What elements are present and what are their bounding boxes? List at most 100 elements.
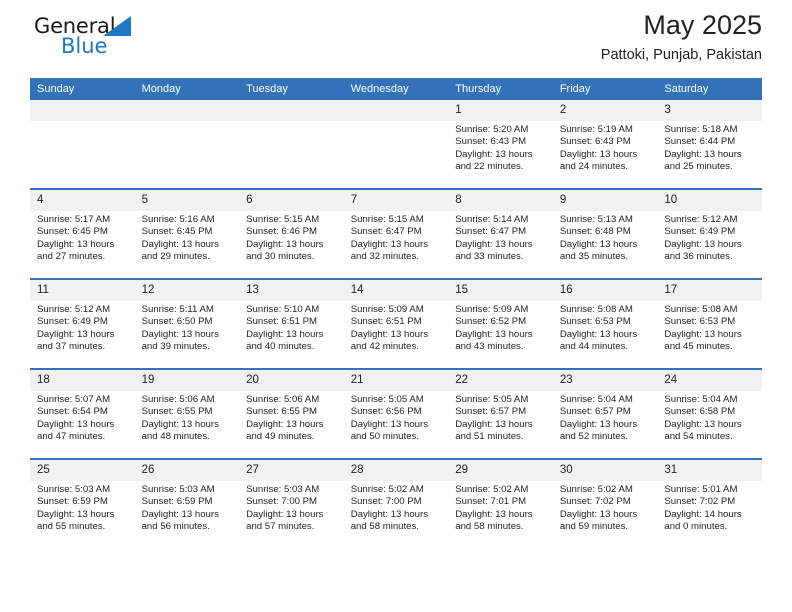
calendar-day-cell-empty bbox=[30, 100, 135, 189]
day-number: 20 bbox=[239, 370, 344, 391]
day-details: Sunrise: 5:07 AM Sunset: 6:54 PM Daylight:… bbox=[30, 391, 135, 444]
day-details: Sunrise: 5:08 AM Sunset: 6:53 PM Daylight:… bbox=[657, 301, 762, 354]
calendar-day-cell[interactable]: 25 Sunrise: 5:03 AM Sunset: 6:59 PM Dayligh… bbox=[30, 458, 135, 548]
sunset-text: Sunset: 6:57 PM bbox=[559, 406, 631, 418]
calendar-day-cell[interactable]: 4 Sunrise: 5:17 AM Sunset: 6:45 PM Daylight… bbox=[30, 188, 135, 279]
sunset-text: Sunset: 6:59 PM bbox=[37, 496, 108, 508]
day-number: 8 bbox=[448, 190, 553, 211]
calendar-day-cell-empty bbox=[134, 100, 240, 189]
calendar-day-cell[interactable]: 12 Sunrise: 5:11 AM Sunset: 6:50 PM Dayligh… bbox=[134, 278, 240, 369]
sunset-text: Sunset: 6:53 PM bbox=[559, 316, 631, 328]
sunset-text: Sunset: 7:02 PM bbox=[664, 496, 736, 508]
sunrise-text: Sunrise: 5:12 AM bbox=[664, 214, 738, 225]
day-details: Sunrise: 5:08 AM Sunset: 6:53 PM Daylight:… bbox=[553, 301, 658, 354]
calendar-day-cell[interactable]: 30 Sunrise: 5:02 AM Sunset: 7:02 PM Dayligh… bbox=[552, 458, 658, 548]
calendar-day-cell[interactable]: 17 Sunrise: 5:08 AM Sunset: 6:53 PM Dayligh… bbox=[657, 278, 762, 369]
sunset-text: Sunset: 6:55 PM bbox=[141, 406, 213, 418]
sunset-text: Sunset: 6:51 PM bbox=[350, 316, 422, 328]
sunset-text: Sunset: 7:00 PM bbox=[350, 496, 422, 508]
calendar-day-cell[interactable]: 3 Sunrise: 5:18 AM Sunset: 6:44 PM Daylight… bbox=[657, 100, 762, 189]
day-number: 1 bbox=[448, 100, 553, 121]
sunset-text: Sunset: 6:47 PM bbox=[350, 226, 422, 238]
calendar-day-cell[interactable]: 7 Sunrise: 5:15 AM Sunset: 6:47 PM Daylight… bbox=[343, 188, 449, 279]
day-details: Sunrise: 5:16 AM Sunset: 6:45 PM Daylight:… bbox=[135, 211, 240, 264]
calendar-day-cell[interactable]: 19 Sunrise: 5:06 AM Sunset: 6:55 PM Dayligh… bbox=[134, 368, 240, 459]
sunrise-text: Sunrise: 5:04 AM bbox=[664, 394, 738, 405]
day-number: 24 bbox=[657, 370, 762, 391]
day-details: Sunrise: 5:03 AM Sunset: 6:59 PM Daylight:… bbox=[135, 481, 240, 534]
day-details: Sunrise: 5:04 AM Sunset: 6:57 PM Daylight:… bbox=[553, 391, 658, 444]
day-number: 15 bbox=[448, 280, 553, 301]
day-details: Sunrise: 5:06 AM Sunset: 6:55 PM Daylight:… bbox=[239, 391, 344, 444]
calendar-day-cell[interactable]: 27 Sunrise: 5:03 AM Sunset: 7:00 PM Dayligh… bbox=[239, 458, 344, 548]
calendar-day-cell[interactable]: 5 Sunrise: 5:16 AM Sunset: 6:45 PM Daylight… bbox=[134, 188, 240, 279]
sunset-text: Sunset: 6:49 PM bbox=[37, 316, 108, 328]
day-details: Sunrise: 5:15 AM Sunset: 6:46 PM Daylight:… bbox=[239, 211, 344, 264]
day-details: Sunrise: 5:10 AM Sunset: 6:51 PM Daylight:… bbox=[239, 301, 344, 354]
calendar-day-cell[interactable]: 23 Sunrise: 5:04 AM Sunset: 6:57 PM Dayligh… bbox=[552, 368, 658, 459]
calendar-day-cell[interactable]: 20 Sunrise: 5:06 AM Sunset: 6:55 PM Dayligh… bbox=[239, 368, 344, 459]
sunset-text: Sunset: 6:43 PM bbox=[559, 136, 631, 148]
day-number: 28 bbox=[343, 460, 449, 481]
sunset-text: Sunset: 6:43 PM bbox=[455, 136, 527, 148]
daylight-text: Daylight: 13 hours and 58 minutes. bbox=[350, 508, 429, 533]
day-number: 26 bbox=[134, 460, 240, 481]
day-number: 13 bbox=[239, 280, 344, 301]
calendar-day-cell[interactable]: 2 Sunrise: 5:19 AM Sunset: 6:43 PM Daylight… bbox=[552, 100, 658, 189]
calendar-day-cell-empty bbox=[343, 100, 449, 189]
day-details: Sunrise: 5:20 AM Sunset: 6:43 PM Daylight:… bbox=[448, 121, 553, 174]
calendar-day-cell[interactable]: 11 Sunrise: 5:12 AM Sunset: 6:49 PM Dayligh… bbox=[30, 278, 135, 369]
calendar-day-cell[interactable]: 31 Sunrise: 5:01 AM Sunset: 7:02 PM Dayligh… bbox=[657, 458, 762, 548]
daylight-text: Daylight: 13 hours and 22 minutes. bbox=[455, 148, 533, 173]
calendar-day-cell[interactable]: 8 Sunrise: 5:14 AM Sunset: 6:47 PM Daylight… bbox=[448, 188, 553, 279]
day-details: Sunrise: 5:03 AM Sunset: 7:00 PM Daylight:… bbox=[239, 481, 344, 534]
calendar-day-cell[interactable]: 13 Sunrise: 5:10 AM Sunset: 6:51 PM Dayligh… bbox=[239, 278, 344, 369]
calendar-day-cell[interactable]: 29 Sunrise: 5:02 AM Sunset: 7:01 PM Dayligh… bbox=[448, 458, 553, 548]
calendar-day-cell[interactable]: 22 Sunrise: 5:05 AM Sunset: 6:57 PM Dayligh… bbox=[448, 368, 553, 459]
day-details: Sunrise: 5:02 AM Sunset: 7:02 PM Daylight:… bbox=[553, 481, 658, 534]
day-number: 18 bbox=[30, 370, 135, 391]
calendar-week-row: 1 Sunrise: 5:20 AM Sunset: 6:43 PM Daylight… bbox=[30, 100, 762, 189]
calendar-day-cell[interactable]: 24 Sunrise: 5:04 AM Sunset: 6:58 PM Dayligh… bbox=[657, 368, 762, 459]
sunset-text: Sunset: 6:47 PM bbox=[455, 226, 527, 238]
sunrise-text: Sunrise: 5:16 AM bbox=[141, 214, 215, 225]
daylight-text: Daylight: 13 hours and 43 minutes. bbox=[455, 328, 533, 353]
day-number: 7 bbox=[343, 190, 449, 211]
daylight-text: Daylight: 13 hours and 24 minutes. bbox=[559, 148, 638, 173]
calendar-day-cell[interactable]: 16 Sunrise: 5:08 AM Sunset: 6:53 PM Dayligh… bbox=[552, 278, 658, 369]
day-details: Sunrise: 5:13 AM Sunset: 6:48 PM Daylight:… bbox=[553, 211, 658, 264]
weekday-header-saturday: Saturday bbox=[657, 78, 762, 100]
calendar-day-cell[interactable]: 6 Sunrise: 5:15 AM Sunset: 6:46 PM Daylight… bbox=[239, 188, 344, 279]
day-number: 2 bbox=[552, 100, 658, 121]
day-number: 23 bbox=[552, 370, 658, 391]
sunset-text: Sunset: 7:00 PM bbox=[246, 496, 318, 508]
sunset-text: Sunset: 6:52 PM bbox=[455, 316, 527, 328]
daylight-text: Daylight: 13 hours and 51 minutes. bbox=[455, 418, 533, 443]
day-details: Sunrise: 5:02 AM Sunset: 7:00 PM Daylight:… bbox=[344, 481, 449, 534]
day-number: 31 bbox=[657, 460, 762, 481]
sunset-text: Sunset: 6:59 PM bbox=[141, 496, 213, 508]
calendar-day-cell[interactable]: 18 Sunrise: 5:07 AM Sunset: 6:54 PM Dayligh… bbox=[30, 368, 135, 459]
calendar-table: Sunday Monday Tuesday Wednesday Thursday… bbox=[30, 78, 762, 548]
calendar-day-cell[interactable]: 21 Sunrise: 5:05 AM Sunset: 6:56 PM Dayligh… bbox=[343, 368, 449, 459]
calendar-day-cell[interactable]: 14 Sunrise: 5:09 AM Sunset: 6:51 PM Dayligh… bbox=[343, 278, 449, 369]
day-number bbox=[343, 100, 449, 121]
daylight-text: Daylight: 13 hours and 27 minutes. bbox=[37, 238, 115, 263]
calendar-day-cell[interactable]: 15 Sunrise: 5:09 AM Sunset: 6:52 PM Dayligh… bbox=[448, 278, 553, 369]
day-number: 22 bbox=[448, 370, 553, 391]
sunrise-text: Sunrise: 5:11 AM bbox=[141, 304, 214, 315]
daylight-text: Daylight: 13 hours and 45 minutes. bbox=[664, 328, 742, 353]
calendar-day-cell[interactable]: 28 Sunrise: 5:02 AM Sunset: 7:00 PM Dayligh… bbox=[343, 458, 449, 548]
calendar-day-cell[interactable]: 26 Sunrise: 5:03 AM Sunset: 6:59 PM Dayligh… bbox=[134, 458, 240, 548]
page-subtitle: Pattoki, Punjab, Pakistan bbox=[600, 47, 762, 63]
calendar-day-cell[interactable]: 10 Sunrise: 5:12 AM Sunset: 6:49 PM Dayligh… bbox=[657, 188, 762, 279]
daylight-text: Daylight: 13 hours and 56 minutes. bbox=[141, 508, 219, 533]
calendar-day-cell[interactable]: 9 Sunrise: 5:13 AM Sunset: 6:48 PM Daylight… bbox=[552, 188, 658, 279]
daylight-text: Daylight: 13 hours and 47 minutes. bbox=[37, 418, 115, 443]
sunset-text: Sunset: 7:01 PM bbox=[455, 496, 527, 508]
day-details: Sunrise: 5:05 AM Sunset: 6:56 PM Daylight:… bbox=[344, 391, 449, 444]
calendar-day-cell[interactable]: 1 Sunrise: 5:20 AM Sunset: 6:43 PM Daylight… bbox=[448, 100, 553, 189]
sunrise-text: Sunrise: 5:15 AM bbox=[350, 214, 424, 225]
calendar-header-row: Sunday Monday Tuesday Wednesday Thursday… bbox=[30, 78, 762, 100]
general-blue-logo[interactable]: General Blue bbox=[34, 14, 144, 58]
